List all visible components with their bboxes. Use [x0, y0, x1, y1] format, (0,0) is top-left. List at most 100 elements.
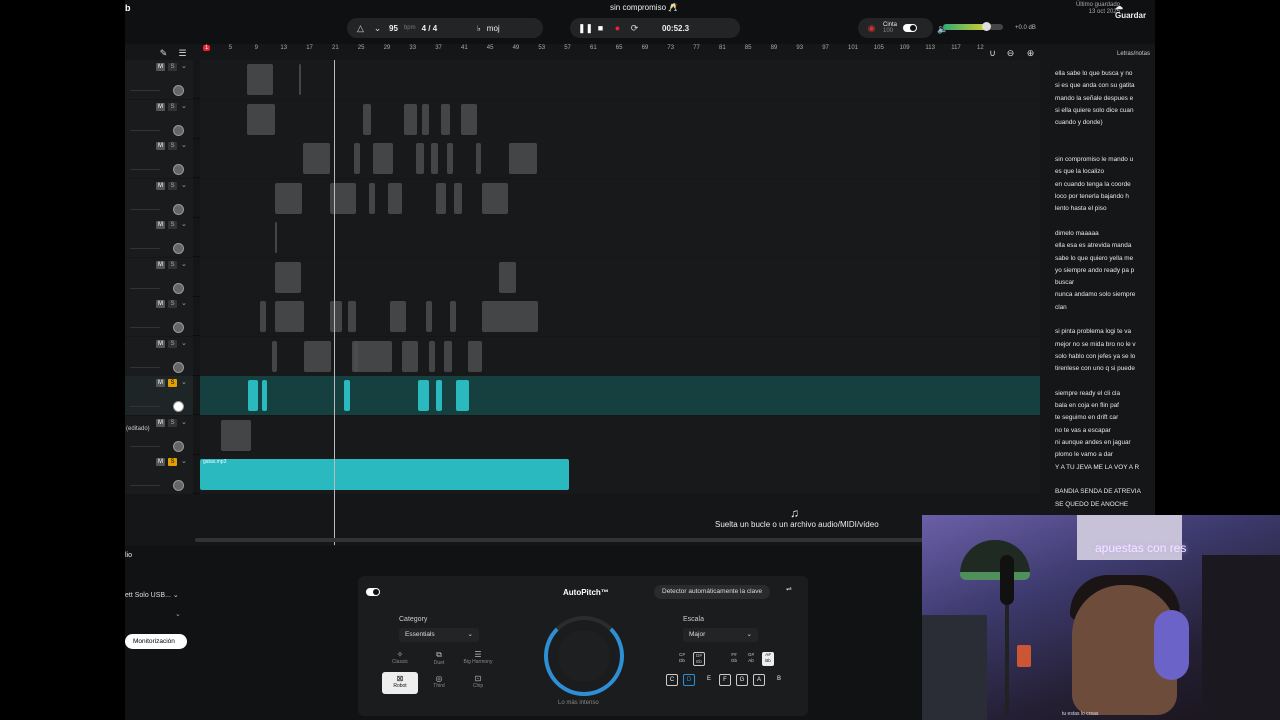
track-row[interactable]: M S ⌄: [125, 376, 1040, 415]
zoom-out-icon[interactable]: ⊖: [1005, 48, 1016, 59]
chevron-down-icon[interactable]: ⌄: [181, 62, 187, 70]
lyric-line[interactable]: BANDIA SENDA DE ATREVIA: [1055, 488, 1141, 495]
natural-key[interactable]: E: [703, 674, 715, 686]
mute-button[interactable]: M: [156, 181, 165, 190]
audio-clip[interactable]: [275, 301, 304, 332]
solo-button[interactable]: S: [168, 458, 177, 466]
audio-clip[interactable]: [450, 301, 456, 332]
cinta-toggle[interactable]: [903, 24, 918, 32]
lyric-line[interactable]: plomo le vamo a dar: [1055, 451, 1113, 458]
lyric-line[interactable]: nunca andamo solo siempre: [1055, 291, 1135, 298]
volume-fader[interactable]: [130, 248, 160, 249]
track-header[interactable]: M S ⌄: [125, 257, 193, 297]
track-row[interactable]: M S ⌄ gatas.mp3: [125, 455, 1040, 494]
bpm-value[interactable]: 95: [389, 24, 398, 33]
audio-clip[interactable]: [431, 143, 438, 174]
audio-clip[interactable]: [369, 182, 375, 214]
audio-clip[interactable]: [416, 143, 424, 174]
sharp-key[interactable]: D# Eb: [693, 652, 705, 666]
track-row[interactable]: M S ⌄: [125, 178, 1040, 218]
natural-key[interactable]: F: [719, 674, 731, 686]
audio-clip[interactable]: [454, 182, 462, 214]
lyric-line[interactable]: dimelo maaaaa: [1055, 230, 1099, 237]
chevron-down-icon[interactable]: ⌄: [175, 610, 181, 618]
natural-key[interactable]: A: [753, 674, 765, 686]
horizontal-scrollbar[interactable]: [195, 538, 1045, 542]
track-lane[interactable]: [200, 297, 1040, 336]
lyric-line[interactable]: mando la señale despues e: [1055, 95, 1133, 102]
audio-clip[interactable]: [404, 103, 417, 135]
chevron-down-icon[interactable]: ⌄: [181, 378, 187, 386]
lyric-line[interactable]: tirenlese con uno q si puede: [1055, 365, 1135, 372]
track-lane[interactable]: [200, 336, 1040, 376]
chevron-down-icon[interactable]: ⌄: [181, 220, 187, 228]
pan-knob[interactable]: [173, 85, 184, 96]
volume-fader[interactable]: [130, 366, 160, 368]
audio-clip[interactable]: [482, 182, 508, 214]
lyric-line[interactable]: te seguimo en drift car: [1055, 414, 1118, 421]
pan-knob[interactable]: [173, 401, 184, 412]
audio-clip[interactable]: [275, 261, 301, 293]
natural-key[interactable]: D: [683, 674, 695, 686]
track-lane[interactable]: [200, 178, 1040, 218]
pan-knob[interactable]: [173, 440, 184, 452]
track-header[interactable]: M S ⌄: [125, 60, 193, 99]
list-icon[interactable]: ☰: [177, 48, 188, 59]
mute-button[interactable]: M: [156, 458, 165, 466]
lyric-line[interactable]: lento hasta el piso: [1055, 205, 1107, 212]
track-lane[interactable]: [200, 139, 1040, 178]
mute-button[interactable]: M: [156, 221, 165, 229]
solo-button[interactable]: S: [168, 221, 177, 229]
preset-third[interactable]: ◎ Third: [421, 672, 457, 694]
track-header[interactable]: M S ⌄: [125, 455, 193, 494]
audio-clip[interactable]: [509, 143, 537, 174]
lyric-line[interactable]: clan: [1055, 304, 1067, 311]
natural-key[interactable]: B: [773, 674, 785, 686]
lyric-line[interactable]: Y A TU JEVA ME LA VOY A R: [1055, 464, 1139, 471]
lyric-line[interactable]: ni aunque andes en jaguar: [1055, 439, 1131, 446]
audio-clip[interactable]: [221, 419, 251, 451]
track-row[interactable]: M S ⌄: [125, 99, 1040, 139]
master-volume-handle[interactable]: [982, 22, 991, 31]
chevron-down-icon[interactable]: ⌄: [181, 260, 187, 268]
volume-fader[interactable]: [130, 445, 160, 447]
volume-fader[interactable]: [130, 485, 160, 486]
lyric-line[interactable]: si ella quiere solo dice cuan: [1055, 107, 1134, 114]
audio-clip[interactable]: [426, 301, 432, 332]
track-header[interactable]: M S ⌄: [125, 218, 193, 257]
audio-clip[interactable]: [390, 301, 406, 332]
track-lane[interactable]: [200, 99, 1040, 139]
audio-clip[interactable]: [247, 64, 273, 95]
mute-button[interactable]: M: [156, 260, 165, 269]
solo-button[interactable]: S: [168, 63, 177, 71]
track-row[interactable]: M S ⌄: [125, 336, 1040, 376]
loop-icon[interactable]: ⟳: [629, 23, 640, 34]
solo-button[interactable]: S: [168, 300, 177, 308]
pencil-icon[interactable]: ✎: [158, 48, 169, 59]
lyric-line[interactable]: cuando y donde): [1055, 119, 1103, 126]
pan-knob[interactable]: [173, 124, 184, 136]
lyric-line[interactable]: sabe lo que quiero yella me: [1055, 255, 1133, 262]
chevron-down-icon[interactable]: ⌄: [181, 299, 187, 307]
track-header[interactable]: M S ⌄: [125, 376, 193, 415]
solo-button[interactable]: S: [168, 339, 177, 348]
track-lane[interactable]: [200, 60, 1040, 99]
snap-icon[interactable]: ∪: [987, 48, 998, 59]
track-row[interactable]: M S ⌄: [125, 257, 1040, 297]
mute-button[interactable]: M: [156, 102, 165, 111]
audio-clip[interactable]: [299, 64, 301, 95]
audio-clip[interactable]: [436, 380, 442, 411]
audio-clip[interactable]: [303, 143, 330, 174]
track-header[interactable]: M S ⌄: [125, 99, 193, 139]
audio-clip[interactable]: [482, 301, 538, 332]
lyric-line[interactable]: yo siempre ando ready pa p: [1055, 267, 1134, 274]
track-header[interactable]: M S ⌄: [125, 336, 193, 376]
audio-clip[interactable]: [402, 340, 418, 372]
preset-duet[interactable]: ⧉ Duet: [421, 648, 457, 670]
track-lane[interactable]: gatas.mp3: [200, 455, 1040, 494]
audio-clip[interactable]: [363, 103, 371, 135]
pan-knob[interactable]: [173, 164, 184, 175]
track-lane[interactable]: [200, 415, 1040, 455]
drop-zone[interactable]: ♫ Suelta un bucle o un archivo audio/MID…: [205, 500, 1040, 540]
pan-knob[interactable]: [173, 322, 184, 333]
